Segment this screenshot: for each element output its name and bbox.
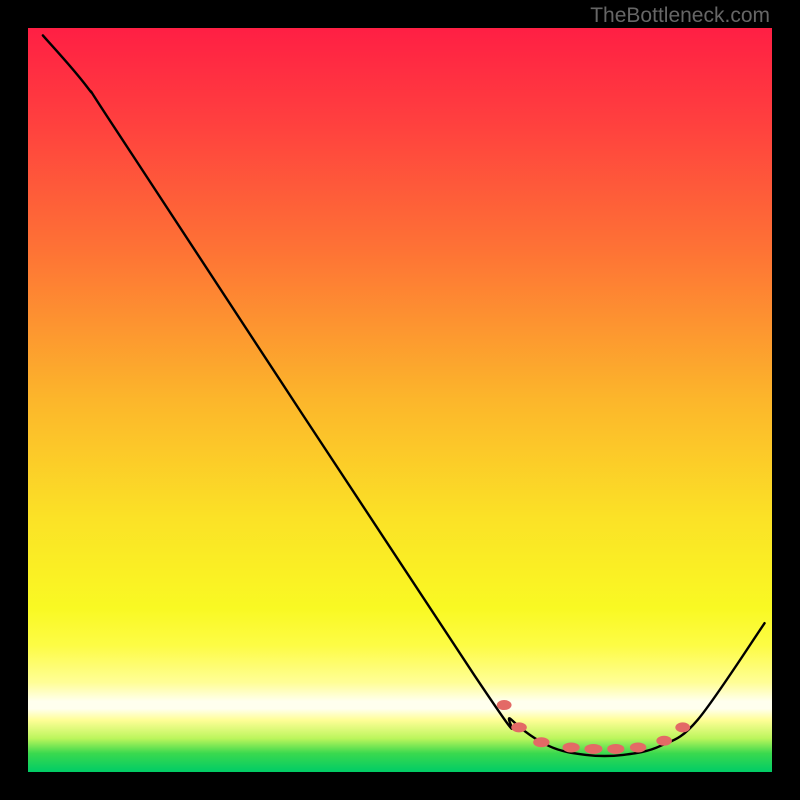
marker-dot (497, 700, 512, 710)
chart-frame (28, 28, 772, 772)
marker-dot (607, 744, 624, 754)
watermark-text: TheBottleneck.com (590, 4, 770, 28)
marker-dot (533, 737, 549, 747)
marker-dot (584, 744, 602, 754)
marker-dot (630, 742, 646, 752)
marker-dot (675, 722, 690, 732)
marker-dot (563, 742, 580, 752)
marker-dot (511, 722, 527, 732)
gradient-background (28, 28, 772, 772)
bottleneck-chart (28, 28, 772, 772)
marker-dot (656, 736, 672, 746)
